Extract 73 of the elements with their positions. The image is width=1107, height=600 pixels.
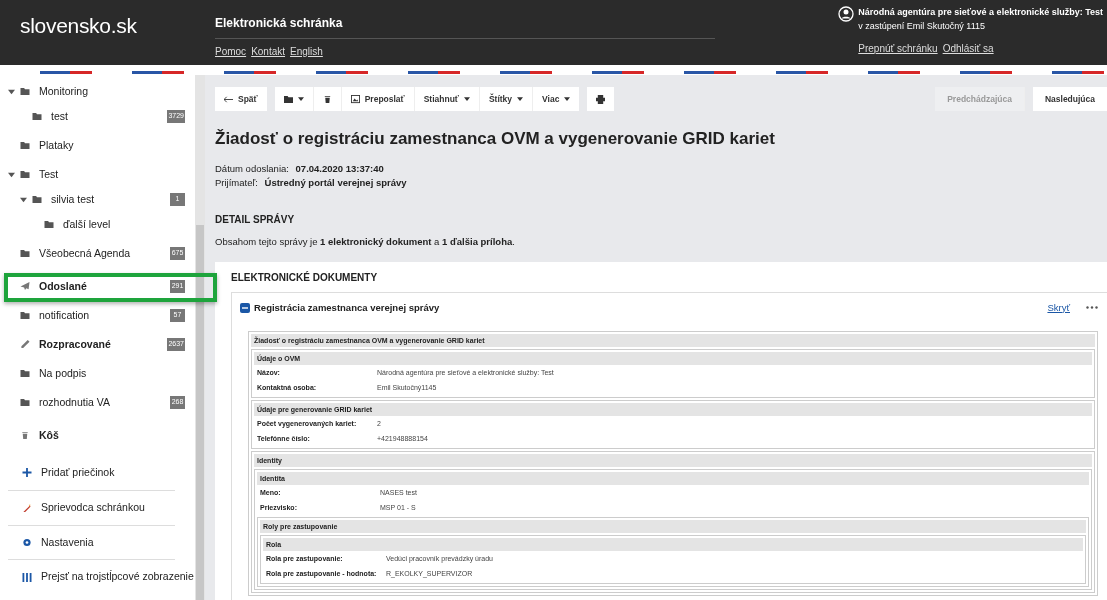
- sidebar-label: Rozpracované: [39, 336, 111, 352]
- folder-icon: [20, 87, 30, 96]
- columns-icon: [22, 572, 32, 582]
- sidebar-label: ďalší level: [63, 216, 111, 232]
- meta-label: Prijímateľ:: [215, 177, 258, 189]
- dropdown-button[interactable]: [274, 87, 314, 111]
- sidebar-label: silvia test: [51, 191, 95, 207]
- folder-icon: [20, 249, 30, 258]
- message-title: Žiadosť o registráciu zamestnanca OVM a vygenerovanie GRID kariet: [215, 129, 776, 150]
- magic-wand-icon: [22, 503, 32, 513]
- user-subtitle: v zastúpení Emil Skutočný 1115: [858, 19, 986, 33]
- sidebar-item[interactable]: ďalší level: [8, 212, 195, 237]
- sidebar-item[interactable]: Plataky: [8, 133, 195, 158]
- icon-button[interactable]: [587, 87, 615, 111]
- folder-icon: [44, 220, 54, 229]
- sidebar-item[interactable]: Monitoring: [8, 79, 195, 104]
- header-link[interactable]: Odhlásiť sa: [942, 43, 994, 54]
- sidebar-label: Plataky: [39, 137, 74, 153]
- user-name: Národná agentúra pre sieťové a elektronické služby: Test: [858, 6, 1103, 19]
- folder-icon: [20, 141, 30, 150]
- header-link[interactable]: Pomoc: [215, 46, 247, 57]
- next-button[interactable]: Nasledujúca: [1032, 87, 1107, 111]
- hide-link[interactable]: Skryť: [1047, 300, 1070, 315]
- section-heading: DETAIL SPRÁVY: [215, 212, 296, 228]
- sidebar-label: Kôš: [39, 427, 59, 443]
- meta-value: 07.04.2020 13:37:40: [295, 163, 384, 175]
- caret-down-icon[interactable]: [8, 171, 15, 178]
- sidebar-label: Všeobecná Agenda: [39, 245, 131, 261]
- sidebar-link[interactable]: Prejsť na trojstĺpcové zobrazenie: [41, 569, 194, 585]
- sidebar-item[interactable]: Kôš: [8, 423, 195, 448]
- paper-plane-icon: [20, 282, 30, 291]
- meta-label: Dátum odoslania:: [215, 163, 289, 175]
- folder-icon: [32, 112, 42, 121]
- site-logo[interactable]: slovensko.sk: [0, 0, 215, 42]
- collapse-icon[interactable]: [240, 302, 250, 313]
- sidebar-link[interactable]: Sprievodca schránkou: [41, 499, 145, 516]
- header-link[interactable]: Kontakt: [251, 46, 286, 57]
- sidebar-link[interactable]: Nastavenia: [41, 534, 94, 551]
- sidebar-label: Test: [39, 166, 59, 182]
- sidebar-label: notification: [39, 307, 90, 323]
- header-link[interactable]: English: [290, 46, 323, 57]
- app-title: Elektronická schránka: [215, 14, 715, 39]
- sidebar-label: test: [51, 108, 68, 124]
- caret-down-icon[interactable]: [8, 88, 15, 95]
- folder-icon: [20, 369, 30, 378]
- folder-icon: [283, 94, 293, 104]
- image-icon: [350, 94, 360, 104]
- header-link[interactable]: Prepnúť schránku: [858, 43, 938, 54]
- toolbar-button[interactable]: Späť: [215, 87, 267, 111]
- detail-text: Obsahom tejto správy je 1 elektronický dokument a 1 ďalšia príloha.: [215, 235, 516, 250]
- trash-icon: [322, 94, 332, 104]
- document-link[interactable]: Registrácia zamestnanca verejnej správy: [254, 300, 440, 315]
- pencil-icon: [20, 340, 30, 349]
- sidebar-label: rozhodnutia VA: [39, 394, 111, 410]
- sidebar-link[interactable]: Pridať priečinok: [41, 465, 115, 481]
- user-icon: [838, 6, 855, 22]
- meta-value: Ústredný portál verejnej správy: [264, 177, 407, 189]
- trash-icon: [20, 431, 30, 440]
- section-heading: ELEKTRONICKÉ DOKUMENTY: [231, 271, 379, 284]
- sidebar-item[interactable]: Test: [8, 162, 195, 187]
- sidebar-label: Odoslané: [39, 278, 87, 294]
- folder-icon: [32, 195, 42, 204]
- sidebar-item[interactable]: Na podpis: [8, 361, 195, 386]
- plus-icon: [22, 468, 32, 478]
- more-icon[interactable]: [1086, 306, 1098, 310]
- folder-icon: [20, 398, 30, 407]
- scrollbar[interactable]: [195, 75, 205, 600]
- folder-icon: [20, 311, 30, 320]
- back-arrow-icon: [224, 94, 233, 104]
- sidebar-label: Monitoring: [39, 83, 89, 99]
- caret-down-icon[interactable]: [20, 196, 27, 203]
- sidebar-label: Na podpis: [39, 365, 87, 381]
- folder-icon: [20, 170, 30, 179]
